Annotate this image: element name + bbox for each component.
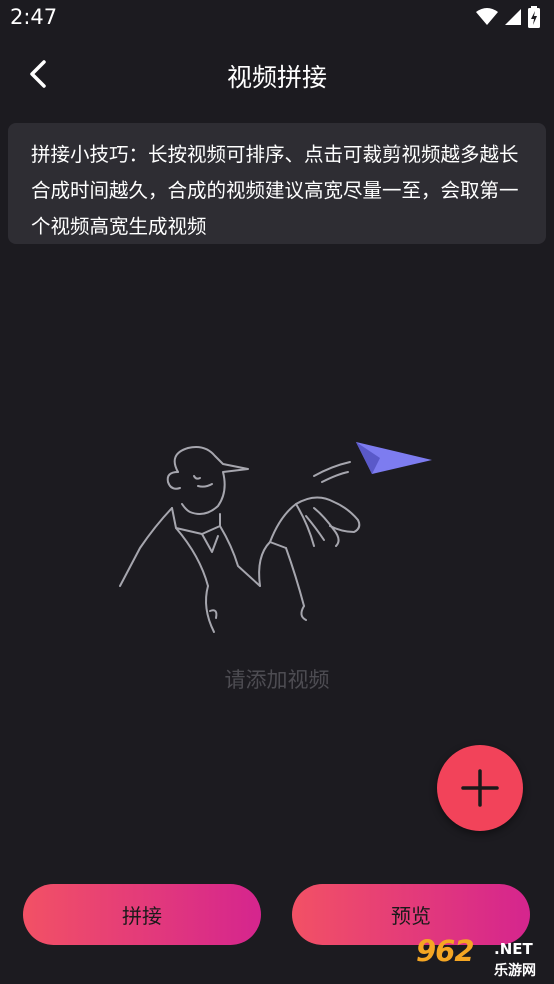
- status-time: 2:47: [10, 5, 58, 29]
- status-icons: [476, 6, 540, 28]
- join-button[interactable]: 拼接: [23, 884, 261, 945]
- tip-text: 拼接小技巧：长按视频可排序、点击可裁剪视频越多越长合成时间越久，合成的视频建议高…: [31, 143, 519, 238]
- wifi-icon: [476, 8, 498, 25]
- signal-icon: [505, 9, 521, 25]
- plus-icon: [461, 769, 499, 807]
- tip-card: 拼接小技巧：长按视频可排序、点击可裁剪视频越多越长合成时间越久，合成的视频建议高…: [8, 123, 546, 244]
- app-bar: 视频拼接: [0, 40, 554, 110]
- status-bar: 2:47: [0, 0, 554, 36]
- watermark-logo-site: 乐游网: [494, 963, 536, 979]
- watermark-logo-number: 962: [416, 934, 475, 968]
- page-title: 视频拼接: [226, 63, 327, 92]
- empty-state-text: 请添加视频: [224, 668, 330, 692]
- empty-illustration: [119, 442, 432, 633]
- site-watermark: 962 .NET 乐游网: [414, 934, 548, 982]
- battery-icon: [528, 6, 540, 28]
- add-video-button[interactable]: [437, 745, 523, 831]
- watermark-logo-domain: .NET: [494, 940, 533, 958]
- paper-plane-icon: [356, 442, 432, 474]
